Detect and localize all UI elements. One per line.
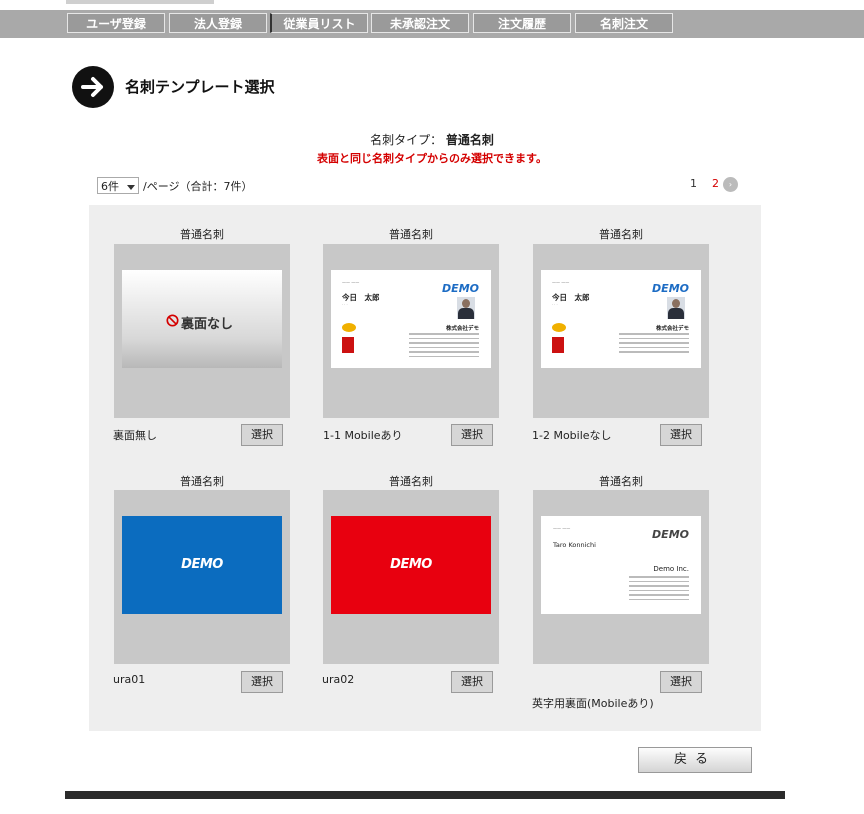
top-stub [66, 0, 214, 4]
chevron-down-icon [127, 185, 135, 190]
card-type-value: 普通名刺 [445, 133, 494, 147]
page-link-1[interactable]: 1 [690, 177, 697, 190]
page-title: 名刺テンプレート選択 [125, 78, 275, 96]
card-preview-image: 裏面なし [122, 270, 282, 368]
arrow-right-circle-icon [72, 66, 114, 108]
card-name: 英字用裏面(Mobileあり) [532, 697, 654, 710]
select-button[interactable]: 選択 [241, 424, 283, 446]
card-preview-image: —— —— DEMO Taro Konnichi Demo Inc. [541, 516, 701, 614]
preview-person-name: 今日 太郎 [552, 293, 590, 302]
demo-logo: DEMO [442, 282, 479, 295]
select-button[interactable]: 選択 [660, 424, 702, 446]
preview-dept: —— —— [342, 280, 360, 285]
main-nav: ユーザ登録 法人登録 従業員リスト 未承認注文 注文履歴 名刺注文 [0, 10, 864, 38]
preview-romaji: · · · [552, 303, 558, 307]
preview-company: 株式会社デモ [445, 326, 479, 332]
demo-logo: DEMO [652, 282, 689, 295]
person-photo-icon [457, 297, 475, 319]
card-name: ura02 [322, 673, 355, 686]
next-arrow-icon[interactable]: › [723, 177, 738, 192]
card-preview-frame[interactable]: —— —— DEMO 今日 太郎 · · · 株式会社デモ [323, 244, 499, 418]
preview-person-name: Taro Konnichi [553, 541, 596, 549]
select-button[interactable]: 選択 [241, 671, 283, 693]
card-preview-frame[interactable]: —— —— DEMO 今日 太郎 · · · 株式会社デモ [533, 244, 709, 418]
preview-address-lines [409, 333, 479, 360]
demo-logo: DEMO [390, 557, 432, 572]
tab-unapproved-orders[interactable]: 未承認注文 [371, 13, 469, 33]
card-type-label: 普通名刺 [599, 475, 643, 488]
preview-dept: —— —— [553, 526, 571, 531]
tab-corporate-registration[interactable]: 法人登録 [169, 13, 267, 33]
card-type-label: 名刺タイプ： [370, 133, 443, 147]
card-name: 1-2 Mobileなし [532, 429, 612, 442]
preview-dept: —— —— [552, 280, 570, 285]
tab-business-card-order[interactable]: 名刺注文 [575, 13, 673, 33]
person-photo-icon [667, 297, 685, 319]
tab-employee-list[interactable]: 従業員リスト [270, 13, 368, 33]
demo-logo: DEMO [181, 557, 223, 572]
badge-icon [552, 323, 566, 332]
prohibited-icon [166, 314, 179, 327]
card-name: 1-1 Mobileあり [323, 429, 403, 442]
card-type-label: 普通名刺 [180, 228, 224, 241]
card-name: ura01 [113, 673, 146, 686]
preview-person-name: 今日 太郎 [342, 293, 380, 302]
card-preview-frame[interactable]: —— —— DEMO Taro Konnichi Demo Inc. [533, 490, 709, 664]
per-page-select[interactable]: 6件 [97, 177, 139, 194]
preview-company: 株式会社デモ [655, 326, 689, 332]
card-preview-image: DEMO [122, 516, 282, 614]
badge-icon [552, 337, 564, 353]
select-button[interactable]: 選択 [451, 671, 493, 693]
card-preview-image: DEMO [331, 516, 491, 614]
card-preview-image: —— —— DEMO 今日 太郎 · · · 株式会社デモ [541, 270, 701, 368]
card-name: 裏面無し [113, 429, 157, 442]
tab-order-history[interactable]: 注文履歴 [473, 13, 571, 33]
card-preview-frame[interactable]: 裏面なし [114, 244, 290, 418]
preview-address-lines [619, 333, 689, 356]
footer-bar [65, 791, 785, 799]
no-back-label: 裏面なし [181, 317, 234, 332]
card-preview-frame[interactable]: DEMO [114, 490, 290, 664]
demo-logo: DEMO [652, 528, 689, 541]
tab-user-registration[interactable]: ユーザ登録 [67, 13, 165, 33]
card-type-label: 普通名刺 [180, 475, 224, 488]
card-type-label: 普通名刺 [389, 228, 433, 241]
select-button[interactable]: 選択 [451, 424, 493, 446]
template-grid: 普通名刺 裏面なし 裏面無し 選択 普通名刺 —— —— DEMO 今日 太郎 … [89, 205, 761, 731]
preview-romaji: · · · [342, 303, 348, 307]
card-type-label: 普通名刺 [389, 475, 433, 488]
page-link-2-current[interactable]: 2 [712, 177, 719, 190]
back-button[interactable]: 戻る [638, 747, 752, 773]
per-page-value: 6件 [101, 180, 119, 193]
per-page-total: /ページ（合計：7件） [143, 180, 253, 193]
badge-icon [342, 323, 356, 332]
card-type-label: 普通名刺 [599, 228, 643, 241]
preview-company: Demo Inc. [653, 565, 689, 573]
select-button[interactable]: 選択 [660, 671, 702, 693]
preview-address-lines [629, 576, 689, 603]
card-preview-image: —— —— DEMO 今日 太郎 · · · 株式会社デモ [331, 270, 491, 368]
badge-icon [342, 337, 354, 353]
warning-message: 表面と同じ名刺タイプからのみ選択できます。 [317, 152, 547, 165]
card-preview-frame[interactable]: DEMO [323, 490, 499, 664]
card-type-line: 名刺タイプ： 普通名刺 [0, 131, 864, 148]
